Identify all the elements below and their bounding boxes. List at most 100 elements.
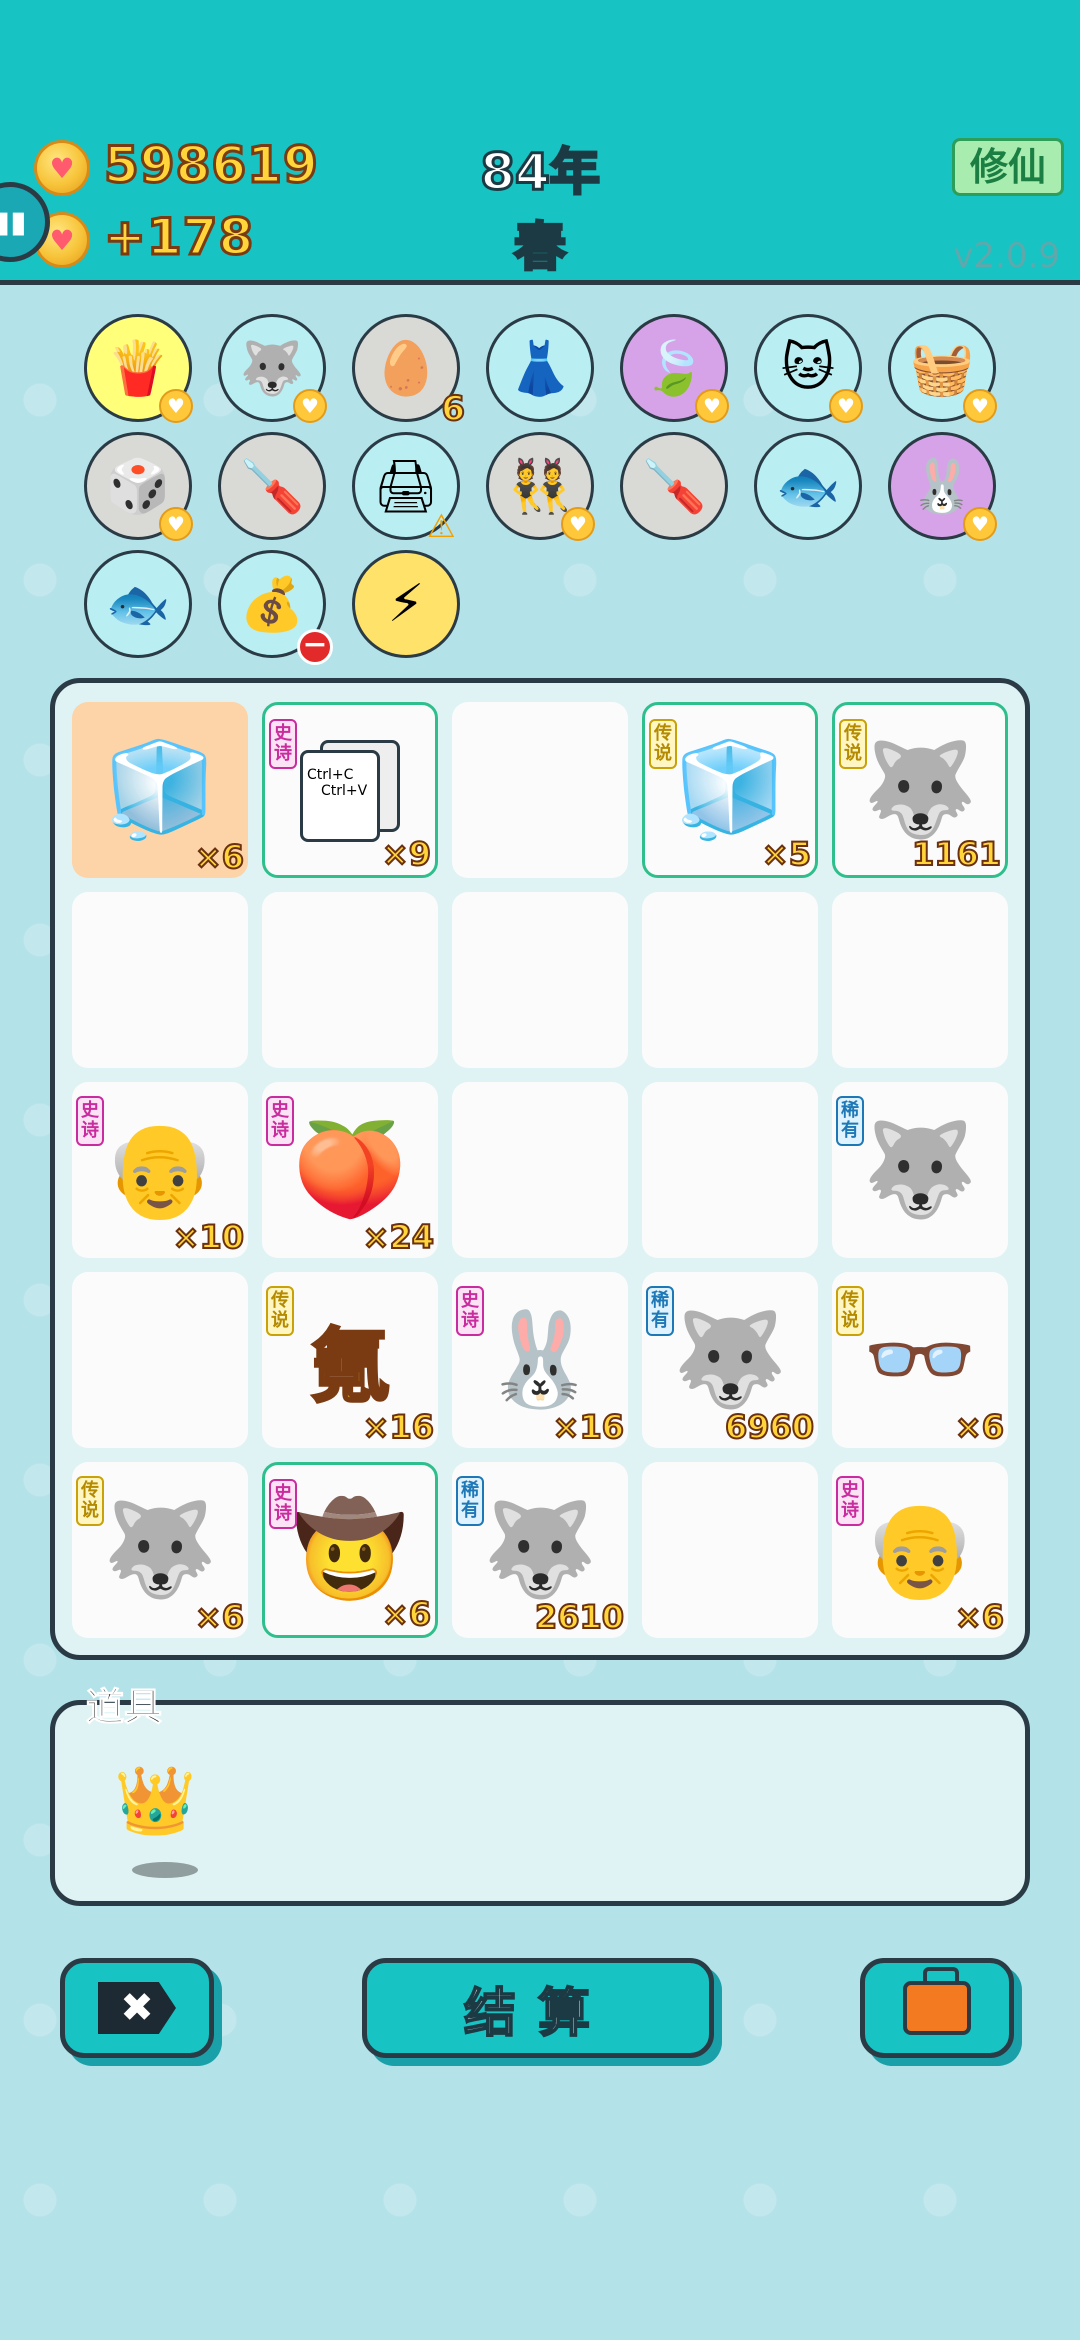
grid-cell[interactable] xyxy=(452,892,628,1068)
fishbowl-icon: 🐟 xyxy=(775,456,841,517)
cell-item-icon: 🐰 xyxy=(482,1306,598,1413)
rarity-tag: 史诗 xyxy=(76,1096,104,1146)
rarity-tag: 稀有 xyxy=(646,1286,674,1336)
settle-button[interactable]: 结算 xyxy=(362,1958,714,2058)
crown-icon[interactable]: 👑 xyxy=(114,1762,196,1840)
item-twins[interactable]: 👯 ♥ xyxy=(486,432,595,541)
grid-cell[interactable]: 🐺 稀有 2610 xyxy=(452,1462,628,1638)
grid-cell[interactable]: 👓 传说 ×6 xyxy=(832,1272,1008,1448)
crown-shadow xyxy=(132,1862,198,1878)
grid-cell[interactable]: 🐰 史诗 ×16 xyxy=(452,1272,628,1448)
cell-item-icon: 🐺 xyxy=(672,1306,788,1413)
rarity-tag: 稀有 xyxy=(456,1476,484,1526)
cell-quantity: ×6 xyxy=(194,837,245,877)
screwdriver-icon: 🪛 xyxy=(239,456,305,517)
fries-icon: 🍟 xyxy=(105,338,171,399)
item-fruit-basket[interactable]: 🧺 ♥ xyxy=(888,314,997,423)
cell-item-char: 氪 xyxy=(309,1319,392,1415)
grid-cell[interactable]: 👴 史诗 ×6 xyxy=(832,1462,1008,1638)
lightning-icon: ⚡ xyxy=(387,574,425,634)
grid-cell[interactable] xyxy=(72,892,248,1068)
grid-cell[interactable]: 🐺 稀有 xyxy=(832,1082,1008,1258)
item-fishbowl[interactable]: 🐟 xyxy=(754,432,862,540)
item-money-bag[interactable]: 💰 − xyxy=(218,550,333,665)
grid-cell[interactable]: 👴 史诗 ×10 xyxy=(72,1082,248,1258)
item-pleated-skirt[interactable]: 👗 xyxy=(486,314,594,422)
heart-badge-icon: ♥ xyxy=(561,507,595,541)
dice-icon: 🎲 xyxy=(105,456,171,517)
rabbit-icon: 🐰 xyxy=(909,456,975,517)
rarity-tag: 传说 xyxy=(76,1476,104,1526)
grid-cell[interactable]: 🧊 传说 ×5 xyxy=(642,702,818,878)
grid-cell[interactable]: 氪传说 ×16 xyxy=(262,1272,438,1448)
grid-cell[interactable]: 🐺 传说 1161 xyxy=(832,702,1008,878)
rarity-tag: 史诗 xyxy=(269,719,297,769)
grid-cell[interactable] xyxy=(642,1082,818,1258)
heart-badge-icon: ♥ xyxy=(159,389,193,423)
cell-quantity: 1161 xyxy=(911,834,1002,874)
cat-icon: 🐱 xyxy=(780,338,836,398)
cell-item-icon: 👓 xyxy=(862,1306,978,1413)
grid-cell[interactable]: 🐺 稀有 6960 xyxy=(642,1272,818,1448)
egg-tray-icon: 🥚 xyxy=(373,338,439,399)
item-rabbit[interactable]: 🐰 ♥ xyxy=(888,432,997,541)
heart-badge-icon: ♥ xyxy=(293,389,327,423)
grid-cell[interactable]: 🍑 史诗 ×24 xyxy=(262,1082,438,1258)
grid-cell[interactable]: 🤠 史诗 ×6 xyxy=(262,1462,438,1638)
item-husky-figure[interactable]: 🐺 ♥ xyxy=(218,314,327,423)
item-fishbowl[interactable]: 🐟 xyxy=(84,550,192,658)
cell-item-icon: 🐺 xyxy=(862,736,978,843)
cell-item-icon: 🧊 xyxy=(672,736,788,843)
item-screwdriver[interactable]: 🪛 xyxy=(620,432,728,540)
cell-item-icon: 🍑 xyxy=(292,1116,408,1223)
grid-cell[interactable]: 🐺 传说 ×6 xyxy=(72,1462,248,1638)
rarity-tag: 传说 xyxy=(839,719,867,769)
item-leaf[interactable]: 🍃 ♥ xyxy=(620,314,729,423)
cell-quantity: ×16 xyxy=(362,1407,435,1447)
item-screwdriver[interactable]: 🪛 xyxy=(218,432,326,540)
xiuxian-button[interactable]: 修仙 xyxy=(952,138,1064,196)
cell-quantity: ×16 xyxy=(552,1407,625,1447)
rarity-tag: 史诗 xyxy=(266,1096,294,1146)
grid-cell[interactable]: 🧊 ×6 xyxy=(72,702,248,878)
grid-cell[interactable]: Ctrl+C Ctrl+V 史诗 ×9 xyxy=(262,702,438,878)
item-cat[interactable]: 🐱 ♥ xyxy=(754,314,863,423)
heart-badge-icon: ♥ xyxy=(963,507,997,541)
briefcase-icon xyxy=(903,1967,971,2035)
cell-quantity: ×10 xyxy=(172,1217,245,1257)
paste-line: Ctrl+V xyxy=(321,783,368,799)
grid-cell[interactable] xyxy=(642,1462,818,1638)
rarity-tag: 传说 xyxy=(836,1286,864,1336)
copy-line: Ctrl+C xyxy=(307,767,354,783)
season-label: 春 xyxy=(512,217,567,280)
grid-cell[interactable] xyxy=(642,892,818,1068)
settle-label: 结算 xyxy=(463,1983,612,2045)
cell-quantity: 6960 xyxy=(724,1407,815,1447)
close-button[interactable]: ✖ xyxy=(60,1958,214,2058)
cell-quantity: 2610 xyxy=(534,1597,625,1637)
item-egg-tray[interactable]: 🥚 6 xyxy=(352,314,466,430)
pleated-skirt-icon: 👗 xyxy=(507,338,573,399)
fishbowl-icon: 🐟 xyxy=(105,574,171,635)
grid-cell[interactable] xyxy=(832,892,1008,1068)
rarity-tag: 史诗 xyxy=(456,1286,484,1336)
heart-badge-icon: ♥ xyxy=(963,389,997,423)
grid-cell[interactable] xyxy=(452,1082,628,1258)
rarity-tag: 史诗 xyxy=(269,1479,297,1529)
close-icon: ✖ xyxy=(98,1982,176,2034)
top-header: ♥ 598619 ♥ +178 84年 春 修仙 v2.0.9 xyxy=(0,0,1080,285)
cell-quantity: ×9 xyxy=(381,834,432,874)
item-lightning[interactable]: ⚡ xyxy=(352,550,460,658)
leaf-icon: 🍃 xyxy=(641,338,707,399)
cell-quantity: ×6 xyxy=(194,1597,245,1637)
grid-cell[interactable] xyxy=(262,892,438,1068)
grid-cell[interactable] xyxy=(72,1272,248,1448)
item-dice[interactable]: 🎲 ♥ xyxy=(84,432,193,541)
husky-figure-icon: 🐺 xyxy=(239,338,305,399)
item-fries[interactable]: 🍟 ♥ xyxy=(84,314,193,423)
grid-cell[interactable] xyxy=(452,702,628,878)
inventory-button[interactable] xyxy=(860,1958,1014,2058)
twins-icon: 👯 xyxy=(507,456,573,517)
cell-item-icon: 🐺 xyxy=(482,1496,598,1603)
item-printer[interactable]: 🖨 ⚠ xyxy=(352,432,460,545)
